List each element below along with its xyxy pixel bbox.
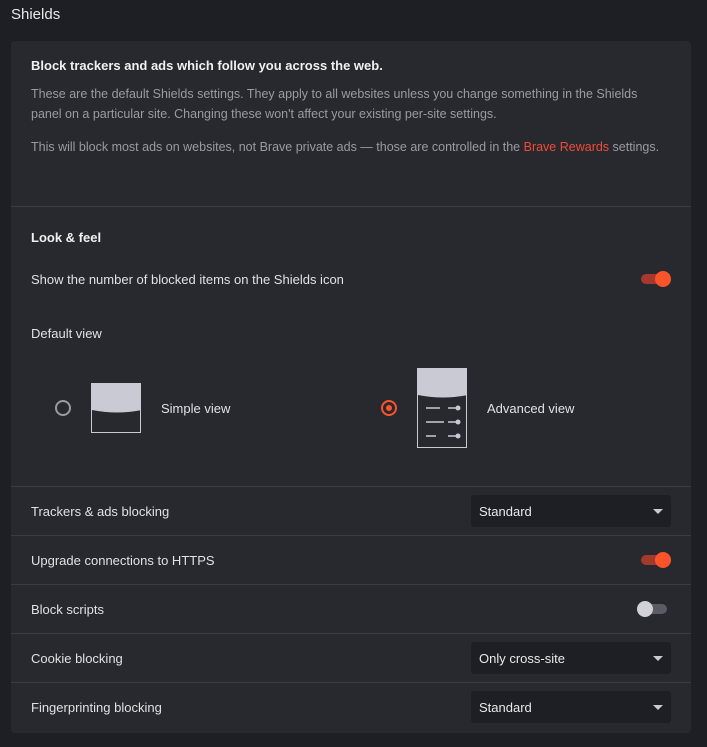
look-and-feel-title: Look & feel <box>31 230 102 245</box>
advanced-view-radio[interactable] <box>381 400 397 416</box>
simple-view-label[interactable]: Simple view <box>161 401 230 416</box>
intro-paragraph-defaults: These are the default Shields settings. … <box>31 87 638 121</box>
fingerprinting-blocking-row: Fingerprinting blocking Standard <box>11 683 691 732</box>
show-blocked-count-toggle[interactable] <box>639 270 671 288</box>
default-view-label: Default view <box>31 326 102 341</box>
look-and-feel-section: Look & feel Show the number of blocked i… <box>11 207 691 487</box>
trackers-ads-blocking-value: Standard <box>479 504 532 519</box>
block-scripts-row: Block scripts <box>11 585 691 634</box>
cookie-blocking-label: Cookie blocking <box>31 651 123 666</box>
advanced-view-illustration <box>418 369 466 439</box>
trackers-ads-blocking-label: Trackers & ads blocking <box>31 504 170 519</box>
intro-paragraph-rewards: This will block most ads on websites, no… <box>31 137 671 157</box>
show-blocked-count-label: Show the number of blocked items on the … <box>31 272 344 287</box>
fingerprinting-blocking-select[interactable]: Standard <box>471 691 671 723</box>
cookie-blocking-value: Only cross-site <box>479 651 565 666</box>
upgrade-https-row: Upgrade connections to HTTPS <box>11 536 691 585</box>
advanced-view-label[interactable]: Advanced view <box>487 401 574 416</box>
chevron-down-icon <box>653 705 663 710</box>
shields-settings-card: Block trackers and ads which follow you … <box>11 41 691 733</box>
intro-paragraph-rewards-text: This will block most ads on websites, no… <box>31 140 524 154</box>
intro-paragraph-rewards-tail: settings. <box>609 140 660 154</box>
page-title: Shields <box>11 6 61 23</box>
brave-rewards-link[interactable]: Brave Rewards <box>524 140 609 154</box>
simple-view-preview-icon[interactable] <box>91 383 141 433</box>
shields-settings-list: Trackers & ads blocking Standard Upgrade… <box>11 487 691 732</box>
upgrade-https-label: Upgrade connections to HTTPS <box>31 553 215 568</box>
cookie-blocking-row: Cookie blocking Only cross-site <box>11 634 691 683</box>
cookie-blocking-select[interactable]: Only cross-site <box>471 642 671 674</box>
intro-section: Block trackers and ads which follow you … <box>11 41 691 207</box>
chevron-down-icon <box>653 656 663 661</box>
advanced-view-preview-icon[interactable] <box>417 368 467 448</box>
intro-heading: Block trackers and ads which follow you … <box>31 58 383 73</box>
upgrade-https-toggle[interactable] <box>639 551 671 569</box>
trackers-ads-blocking-select[interactable]: Standard <box>471 495 671 527</box>
fingerprinting-blocking-value: Standard <box>479 700 532 715</box>
fingerprinting-blocking-label: Fingerprinting blocking <box>31 700 162 715</box>
chevron-down-icon <box>653 509 663 514</box>
block-scripts-label: Block scripts <box>31 602 104 617</box>
simple-view-radio[interactable] <box>55 400 71 416</box>
simple-view-illustration <box>92 384 140 413</box>
block-scripts-toggle[interactable] <box>637 600 669 618</box>
trackers-ads-blocking-row: Trackers & ads blocking Standard <box>11 487 691 536</box>
